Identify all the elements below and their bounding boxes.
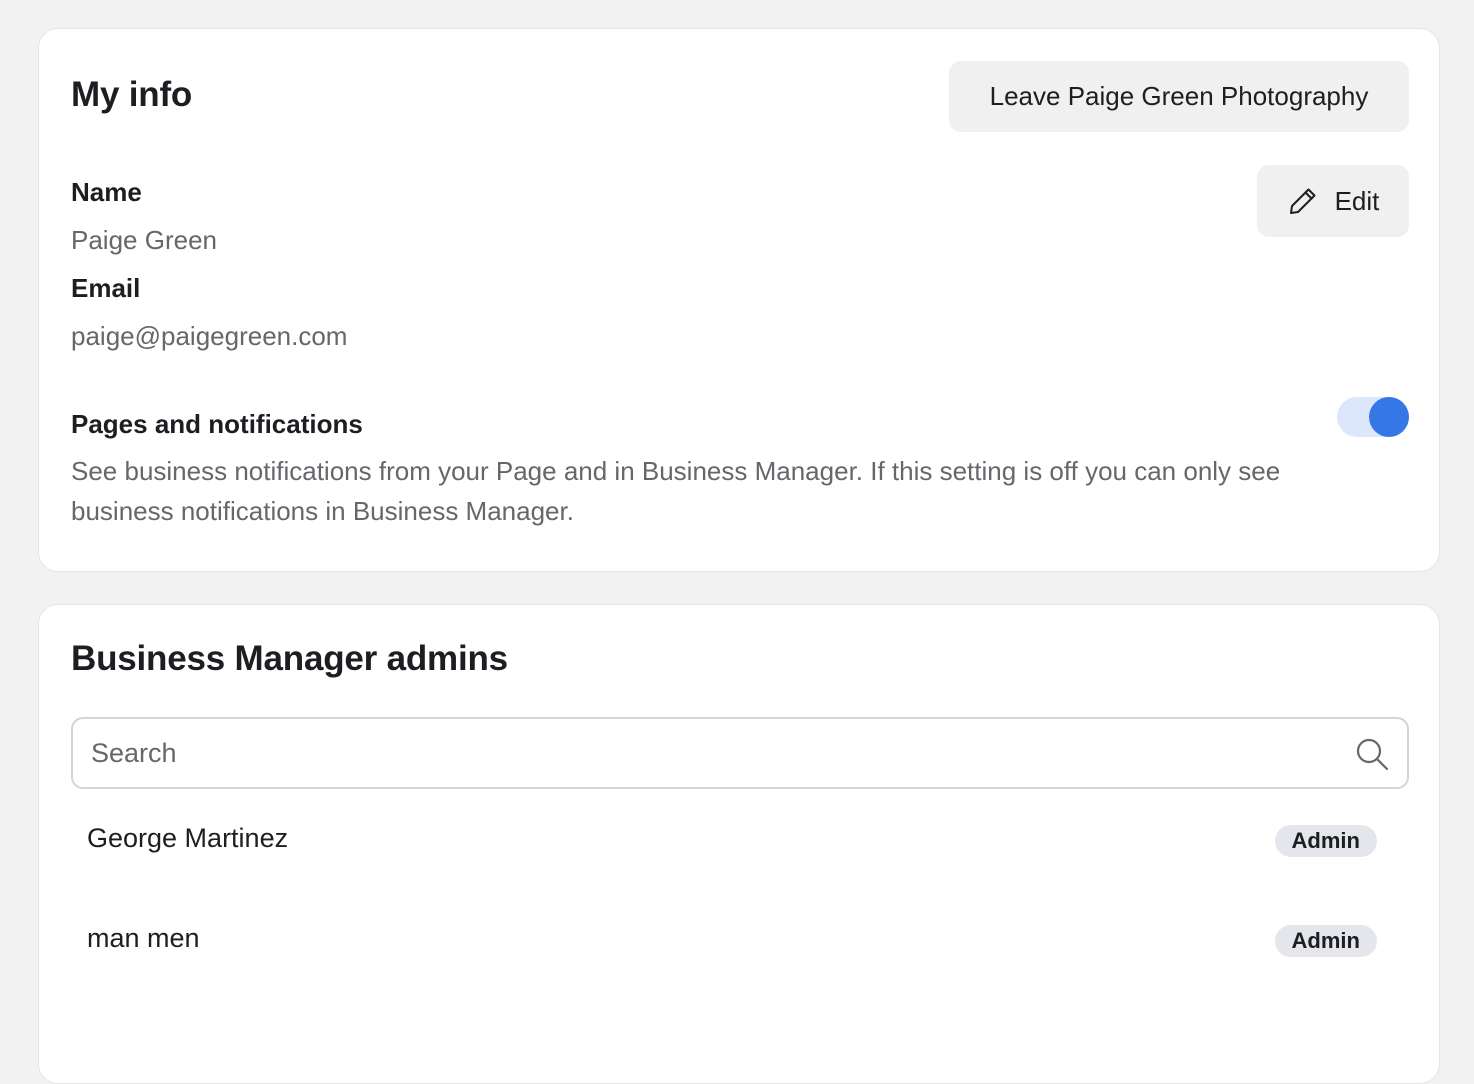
admin-row[interactable]: George Martinez Admin [71, 805, 1409, 877]
leave-business-button[interactable]: Leave Paige Green Photography [949, 61, 1409, 132]
email-label: Email [71, 273, 141, 303]
my-info-title: My info [71, 75, 193, 114]
admins-title: Business Manager admins [71, 639, 508, 678]
search-box[interactable] [71, 717, 1409, 789]
email-value: paige@paigegreen.com [71, 321, 348, 351]
pencil-icon [1287, 185, 1319, 217]
my-info-card: My info Leave Paige Green Photography Na… [38, 28, 1440, 572]
admin-name: George Martinez [87, 823, 289, 853]
admin-row[interactable]: man men Admin [71, 905, 1409, 977]
leave-business-label: Leave Paige Green Photography [989, 81, 1369, 111]
notifications-toggle[interactable] [1337, 397, 1409, 437]
notifications-description: See business notifications from your Pag… [71, 456, 1281, 526]
search-input[interactable] [91, 719, 1331, 787]
admins-card: Business Manager admins George Martinez … [38, 604, 1440, 1084]
name-label: Name [71, 177, 142, 207]
search-icon[interactable] [1355, 737, 1389, 771]
admin-name: man men [87, 923, 200, 953]
toggle-knob [1369, 397, 1409, 437]
name-value: Paige Green [71, 225, 217, 255]
edit-label: Edit [1334, 185, 1380, 216]
notifications-label: Pages and notifications [71, 409, 363, 439]
role-badge: Admin [1274, 925, 1377, 957]
edit-button[interactable]: Edit [1257, 165, 1409, 237]
role-badge: Admin [1274, 825, 1377, 857]
